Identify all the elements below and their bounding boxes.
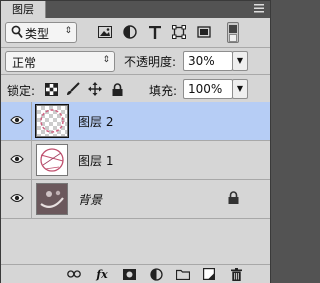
lock-all-icon[interactable] <box>110 82 124 96</box>
filter-kind-label: 类型 <box>25 27 50 41</box>
lock-image-pixels-icon[interactable] <box>66 82 80 96</box>
lock-icon <box>228 191 240 205</box>
panel-menu-icon[interactable] <box>254 4 264 14</box>
link-layers-icon[interactable] <box>67 267 81 281</box>
filter-row: 类型 ⇕ <box>1 20 270 46</box>
add-mask-icon[interactable] <box>122 267 136 281</box>
divider <box>31 141 32 180</box>
eye-icon[interactable] <box>9 114 25 126</box>
filter-toggle-switch[interactable] <box>227 22 239 43</box>
fill-dropdown-button[interactable]: ▼ <box>232 79 248 99</box>
opacity-dropdown-button[interactable]: ▼ <box>232 51 248 71</box>
layer-row-layer-1[interactable]: 图层 1 <box>1 141 270 180</box>
layers-list: 图层 2 图层 1 背景 <box>1 102 270 264</box>
lock-label: 锁定: <box>7 84 36 98</box>
eye-icon[interactable] <box>9 153 25 165</box>
layer-row-background[interactable]: 背景 <box>1 180 270 219</box>
adjustment-layer-icon[interactable] <box>149 267 163 281</box>
layer-thumbnail[interactable] <box>35 104 69 138</box>
chevron-updown-icon: ⇕ <box>64 26 72 36</box>
lock-position-icon[interactable] <box>88 82 102 96</box>
fill-label: 填充: <box>149 84 178 98</box>
chevron-updown-icon: ⇕ <box>102 55 110 65</box>
blend-mode-value: 正常 <box>12 56 37 70</box>
fill-input[interactable]: 100% <box>183 79 233 99</box>
fx-icon[interactable]: fx <box>95 267 109 281</box>
layer-name[interactable]: 图层 2 <box>78 113 113 130</box>
blend-mode-select[interactable]: 正常 ⇕ <box>5 51 115 72</box>
tab-layers[interactable]: 图层 <box>1 1 46 18</box>
lock-row: 锁定: 填充: 100% ▼ <box>1 78 270 101</box>
layer-name[interactable]: 背景 <box>78 191 102 208</box>
layer-thumbnail[interactable] <box>36 183 68 215</box>
lock-transparent-pixels-icon[interactable] <box>44 82 58 96</box>
opacity-label: 不透明度: <box>124 55 177 69</box>
shape-filter-icon[interactable] <box>171 24 187 40</box>
fill-value: 100% <box>188 82 223 96</box>
adjustment-filter-icon[interactable] <box>122 24 138 40</box>
eye-icon[interactable] <box>9 192 25 204</box>
divider <box>1 47 270 48</box>
divider <box>1 74 270 75</box>
layer-name[interactable]: 图层 1 <box>78 152 113 169</box>
search-icon <box>11 25 23 42</box>
layers-panel: 图层 类型 ⇕ 正常 ⇕ 不透明度: 30% ▼ 锁定: 填充: 100% ▼ … <box>0 0 271 283</box>
blend-row: 正常 ⇕ 不透明度: 30% ▼ <box>1 49 270 73</box>
divider <box>31 180 32 219</box>
opacity-value: 30% <box>188 54 215 68</box>
layer-thumbnail[interactable] <box>36 144 68 176</box>
trash-icon[interactable] <box>229 267 243 281</box>
opacity-input[interactable]: 30% <box>183 51 233 71</box>
filter-kind-select[interactable]: 类型 ⇕ <box>5 22 77 43</box>
smart-object-filter-icon[interactable] <box>196 24 212 40</box>
type-filter-icon[interactable] <box>147 24 163 40</box>
layer-row-layer-2[interactable]: 图层 2 <box>1 102 270 141</box>
panel-tab-bar: 图层 <box>1 1 270 18</box>
layers-bottom-bar: fx <box>1 264 270 283</box>
fx-label: fx <box>96 267 108 281</box>
image-filter-icon[interactable] <box>97 24 113 40</box>
new-layer-icon[interactable] <box>202 267 216 281</box>
folder-icon[interactable] <box>176 267 190 281</box>
divider <box>31 102 32 141</box>
